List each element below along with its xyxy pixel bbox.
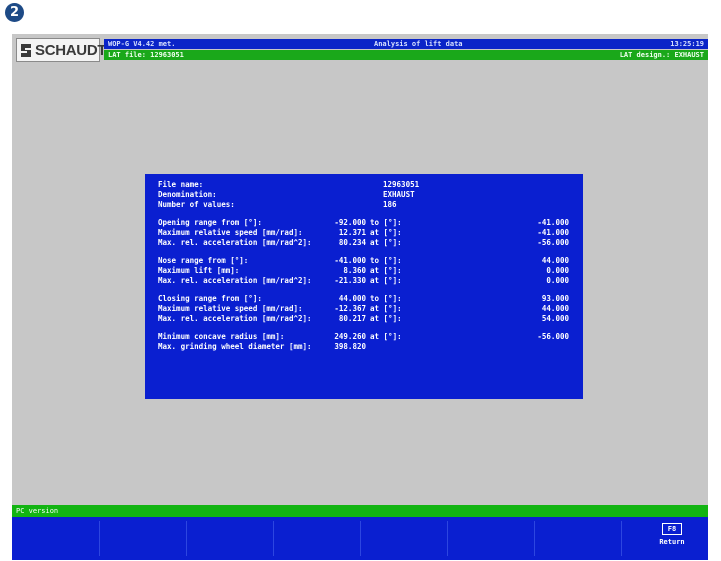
row-connector: at [°]: [370,276,402,285]
row-value-1: -12.367 [334,304,366,313]
nose-range-row: Nose range from [°]: -41.000 to [°]: 44.… [145,256,583,266]
opening-range-row: Opening range from [°]: -92.000 to [°]: … [145,218,583,228]
file-name-value: 12963051 [383,180,420,189]
row-connector: at [°]: [370,238,402,247]
row-value-2: 0.000 [546,276,569,285]
denomination-label: Denomination: [158,190,217,199]
fkey-divider [534,521,535,556]
row-value-1: 8.360 [343,266,366,275]
status-text: PC version [16,507,59,515]
f8-label: Return [659,538,685,546]
num-values-label: Number of values: [158,200,235,209]
row-value-2: 93.000 [541,294,569,303]
row-value-1: -41.000 [334,256,366,265]
row-label: Max. rel. acceleration [mm/rad^2]: [158,276,312,285]
logo-text: SCHAUDT [35,42,107,59]
row-value-2: 44.000 [541,304,569,313]
row-value-1: 249.260 [334,332,366,341]
file-name-label: File name: [158,180,204,189]
row-label: Max. rel. acceleration [mm/rad^2]: [158,238,312,247]
row-connector: at [°]: [370,228,402,237]
num-values-value: 186 [383,200,397,209]
lat-file-label: LAT file: 12963051 [108,51,184,59]
row-label: Nose range from [°]: [158,256,249,265]
row-label: Minimum concave radius [mm]: [158,332,285,341]
row-label: Max. rel. acceleration [mm/rad^2]: [158,314,312,323]
row-value-1: 80.217 [338,314,366,323]
row-value-1: 80.234 [338,238,366,247]
row-value-1: 12.371 [338,228,366,237]
row-label: Maximum relative speed [mm/rad]: [158,304,303,313]
fkey-divider [447,521,448,556]
row-connector: at [°]: [370,304,402,313]
lat-designation: LAT design.: EXHAUST [619,51,704,59]
row-connector: at [°]: [370,266,402,275]
opening-max-speed-row: Maximum relative speed [mm/rad]: 12.371 … [145,228,583,238]
min-concave-radius-row: Minimum concave radius [mm]: 249.260 at … [145,332,583,342]
fkey-divider [186,521,187,556]
row-connector: to [°]: [370,256,402,265]
lift-analysis-panel: File name: 12963051 Denomination: EXHAUS… [145,174,583,399]
status-bar: PC version [12,505,708,517]
step-number-badge: 2 [5,3,24,22]
row-connector: to [°]: [370,218,402,227]
row-connector: at [°]: [370,314,402,323]
row-label: Opening range from [°]: [158,218,262,227]
row-connector: to [°]: [370,294,402,303]
row-value-2: -56.000 [537,332,569,341]
return-f8-button[interactable]: F8 Return [652,523,692,553]
file-info-bar: LAT file: 12963051 LAT design.: EXHAUST [104,50,708,60]
fkey-divider [273,521,274,556]
denomination-value: EXHAUST [383,190,415,199]
function-key-bar: F8 Return [12,517,708,560]
row-value-1: 398.820 [334,342,366,351]
fkey-divider [621,521,622,556]
row-value-1: 44.000 [338,294,366,303]
row-value-2: 44.000 [541,256,569,265]
nose-max-accel-row: Max. rel. acceleration [mm/rad^2]: -21.3… [145,276,583,286]
denomination-row: Denomination: EXHAUST [145,190,583,200]
file-name-row: File name: 12963051 [145,180,583,190]
program-version: WOP-G V4.42 met. [108,40,176,48]
row-value-1: -92.000 [334,218,366,227]
closing-max-speed-row: Maximum relative speed [mm/rad]: -12.367… [145,304,583,314]
row-label: Maximum lift [mm]: [158,266,240,275]
row-connector: at [°]: [370,332,402,341]
row-label: Max. grinding wheel diameter [mm]: [158,342,312,351]
row-label: Maximum relative speed [mm/rad]: [158,228,303,237]
fkey-divider [360,521,361,556]
schaudt-logo: SCHAUDT [16,38,107,62]
closing-range-row: Closing range from [°]: 44.000 to [°]: 9… [145,294,583,304]
row-value-2: 54.000 [541,314,569,323]
f8-keycap: F8 [662,523,682,535]
row-label: Closing range from [°]: [158,294,262,303]
application-screen: SCHAUDT WOP-G V4.42 met. Analysis of lif… [12,34,708,560]
screen-title: Analysis of lift data [374,40,463,48]
title-bar: WOP-G V4.42 met. Analysis of lift data 1… [104,39,708,49]
nose-max-lift-row: Maximum lift [mm]: 8.360 at [°]: 0.000 [145,266,583,276]
row-value-2: -41.000 [537,218,569,227]
opening-max-accel-row: Max. rel. acceleration [mm/rad^2]: 80.23… [145,238,583,248]
num-values-row: Number of values: 186 [145,200,583,210]
max-wheel-diameter-row: Max. grinding wheel diameter [mm]: 398.8… [145,342,583,352]
row-value-2: 0.000 [546,266,569,275]
row-value-2: -56.000 [537,238,569,247]
fkey-divider [99,521,100,556]
row-value-2: -41.000 [537,228,569,237]
closing-max-accel-row: Max. rel. acceleration [mm/rad^2]: 80.21… [145,314,583,324]
clock: 13:25:19 [670,40,704,48]
logo-mark-icon [21,44,31,57]
row-value-1: -21.330 [334,276,366,285]
